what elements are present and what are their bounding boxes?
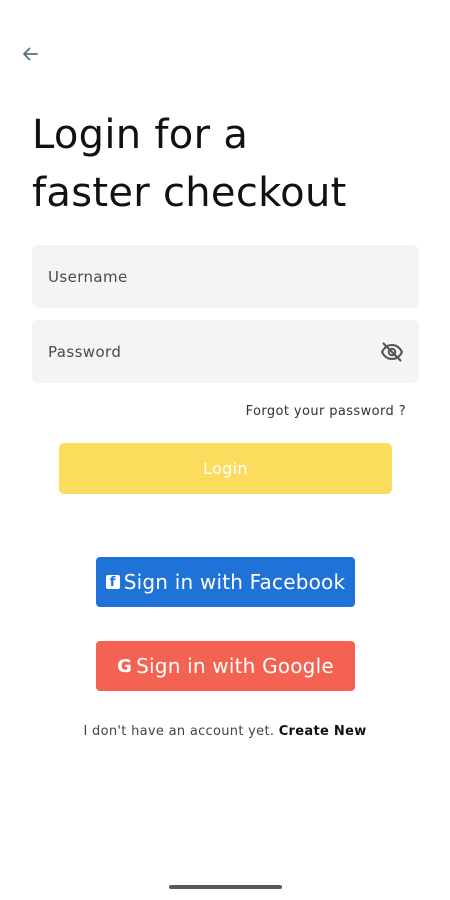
google-signin-button[interactable]: G Sign in with Google: [96, 641, 355, 691]
password-field[interactable]: [32, 320, 419, 383]
facebook-icon: f: [105, 575, 120, 589]
signup-prompt: I don't have an account yet. Create New: [0, 724, 450, 739]
login-screen: Login for a faster checkout Forgot your …: [0, 0, 450, 900]
back-button[interactable]: [16, 40, 44, 68]
google-signin-label: Sign in with Google: [136, 654, 334, 678]
forgot-password-link[interactable]: Forgot your password ?: [246, 404, 406, 419]
facebook-signin-button[interactable]: f Sign in with Facebook: [96, 557, 355, 607]
login-button[interactable]: Login: [59, 443, 392, 494]
password-input[interactable]: [48, 342, 379, 361]
arrow-left-icon: [23, 47, 38, 61]
username-field[interactable]: [32, 245, 419, 308]
title-line-2: faster checkout: [32, 170, 347, 216]
create-account-link[interactable]: Create New: [279, 724, 367, 739]
signup-prompt-text: I don't have an account yet.: [83, 724, 279, 739]
page-title: Login for a faster checkout: [32, 106, 392, 222]
home-indicator: [169, 885, 282, 889]
password-visibility-toggle[interactable]: [379, 339, 405, 365]
facebook-signin-label: Sign in with Facebook: [123, 570, 346, 594]
title-line-1: Login for a: [32, 112, 249, 158]
eye-off-icon: [381, 341, 403, 362]
google-icon: G: [117, 655, 133, 677]
username-input[interactable]: [48, 267, 403, 286]
